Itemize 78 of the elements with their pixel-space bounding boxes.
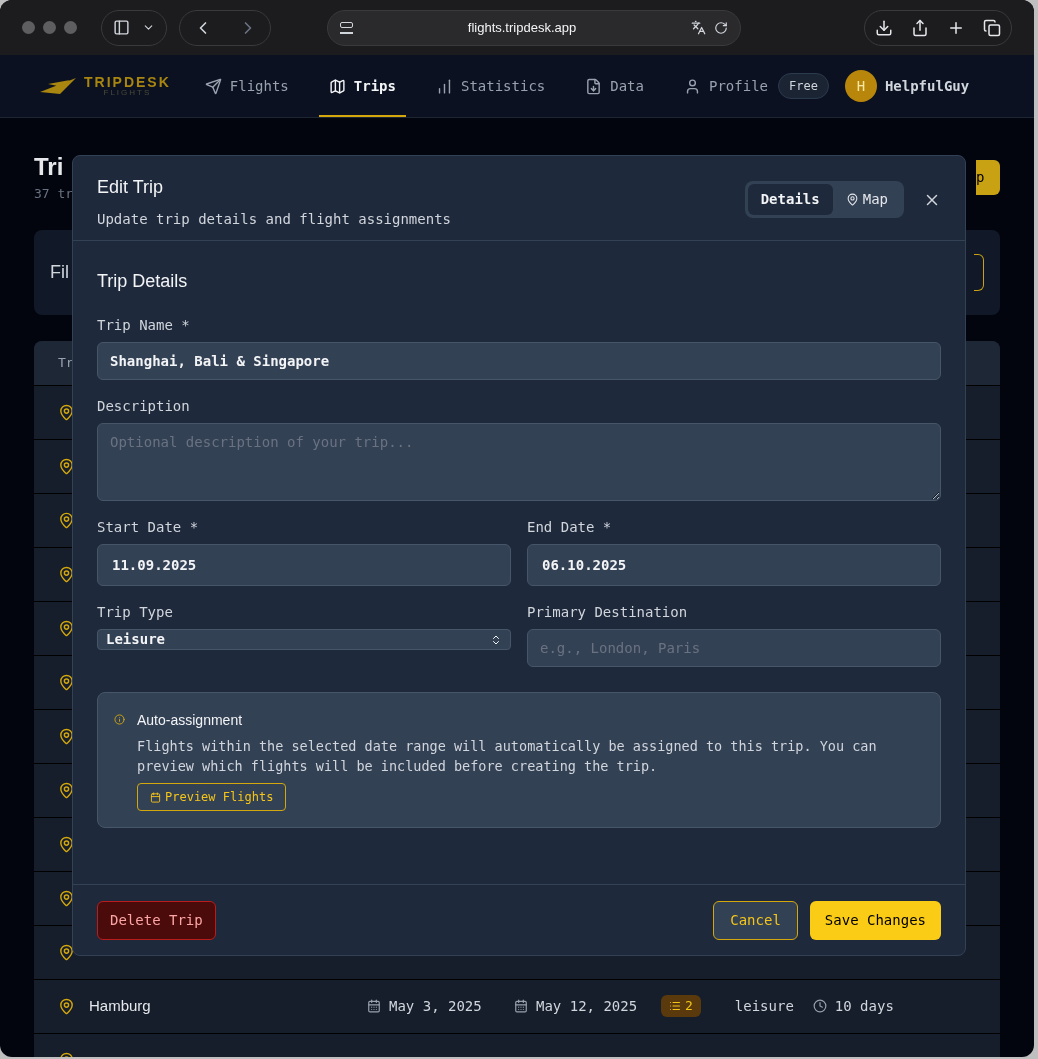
location-pin-icon bbox=[58, 565, 75, 583]
user-icon bbox=[684, 77, 701, 95]
nav-tab[interactable]: Data bbox=[575, 55, 654, 117]
field-label: Primary Destination bbox=[527, 603, 689, 622]
translate-icon[interactable] bbox=[691, 20, 706, 35]
dialog-title: Edit Trip bbox=[97, 176, 165, 199]
end-date-field[interactable]: 06.10.2025 bbox=[527, 544, 941, 586]
tabs-overview-icon[interactable] bbox=[983, 18, 1001, 37]
location-pin-icon bbox=[58, 457, 75, 475]
location-pin-icon bbox=[58, 997, 75, 1015]
plane-logo-icon bbox=[40, 76, 76, 96]
preview-flights-button[interactable]: Preview Flights bbox=[137, 783, 287, 811]
field-label: Trip Name * bbox=[97, 316, 191, 335]
up-down-chevron-icon bbox=[490, 633, 502, 646]
trip-name: Hamburg bbox=[89, 995, 152, 1016]
field-label: Start Date * bbox=[97, 518, 200, 537]
dialog-tab[interactable]: Map bbox=[832, 184, 901, 215]
start-date: May 3, 2025 bbox=[389, 996, 483, 1016]
start-date-field[interactable]: 11.09.2025 bbox=[97, 544, 511, 586]
calendar-icon bbox=[150, 791, 161, 803]
nav-tab[interactable]: Trips bbox=[318, 55, 406, 117]
address-bar[interactable]: flights.tripdesk.app bbox=[327, 9, 741, 46]
field-label: End Date * bbox=[527, 518, 613, 537]
trip-type-select[interactable]: Leisure bbox=[97, 629, 511, 650]
download-icon[interactable] bbox=[875, 18, 893, 37]
page-subtitle: 37 tr bbox=[34, 185, 74, 203]
end-date: May 12, 2025 bbox=[536, 996, 639, 1016]
location-pin-icon bbox=[58, 619, 75, 637]
cancel-button[interactable]: Cancel bbox=[713, 900, 798, 940]
info-icon bbox=[114, 714, 125, 725]
nav-tab[interactable]: Flights bbox=[194, 55, 299, 117]
clock-icon bbox=[812, 999, 827, 1013]
page-title: Tri bbox=[34, 152, 65, 182]
share-icon[interactable] bbox=[911, 18, 929, 37]
location-pin-icon bbox=[58, 943, 75, 961]
dialog-tab[interactable]: Details bbox=[747, 184, 833, 215]
delete-trip-button[interactable]: Delete Trip bbox=[97, 900, 216, 940]
location-pin-icon bbox=[58, 889, 75, 907]
calendar-icon bbox=[367, 999, 381, 1013]
trip-type: leisure bbox=[734, 996, 795, 1016]
new-trip-button[interactable]: p bbox=[976, 160, 1000, 195]
save-changes-button[interactable]: Save Changes bbox=[809, 900, 941, 940]
calendar-icon bbox=[514, 999, 528, 1013]
user-name: HelpfulGuy bbox=[884, 76, 970, 96]
page-menu-icon[interactable] bbox=[340, 21, 353, 34]
send-icon bbox=[204, 77, 222, 95]
sidebar-icon bbox=[113, 19, 130, 36]
filter-title: Fil bbox=[50, 260, 69, 284]
window-control-icon[interactable] bbox=[43, 21, 56, 34]
location-pin-icon bbox=[58, 673, 75, 691]
filter-control[interactable] bbox=[974, 253, 984, 291]
url-text: flights.tripdesk.app bbox=[466, 18, 578, 37]
info-text: Flights within the selected date range will automatically be assigned to this trip. You can preview which flights will be included before creating the trip. bbox=[137, 737, 878, 776]
logo-text: TRIPDESK bbox=[84, 75, 171, 89]
location-pin-icon bbox=[58, 403, 75, 421]
info-title: Auto-assignment bbox=[137, 711, 243, 730]
location-pin-icon bbox=[58, 781, 75, 799]
field-label: Description bbox=[97, 397, 191, 416]
trip-duration: 10 days bbox=[834, 996, 894, 1016]
trip-name-field[interactable]: Shanghai, Bali & Singapore bbox=[97, 342, 941, 380]
section-title: Trip Details bbox=[97, 270, 189, 293]
column-header: Tr bbox=[58, 353, 74, 372]
plan-badge: Free bbox=[778, 73, 829, 99]
reload-icon[interactable] bbox=[714, 20, 728, 35]
location-pin-icon bbox=[58, 727, 75, 745]
dialog-subtitle: Update trip details and flight assignments bbox=[97, 210, 451, 229]
location-pin-icon bbox=[58, 835, 75, 853]
flight-count-badge: 2 bbox=[661, 995, 701, 1017]
list-icon bbox=[669, 1000, 681, 1012]
window-control-icon[interactable] bbox=[22, 21, 35, 34]
map-icon bbox=[328, 77, 346, 95]
window-control-icon[interactable] bbox=[64, 21, 77, 34]
location-pin-icon bbox=[58, 511, 75, 529]
field-label: Trip Type bbox=[97, 603, 174, 622]
nav-tab[interactable]: Statistics bbox=[425, 55, 556, 117]
file-download-icon bbox=[585, 77, 603, 95]
location-pin-icon bbox=[845, 193, 859, 206]
nav-tab[interactable]: Profile bbox=[674, 55, 778, 117]
